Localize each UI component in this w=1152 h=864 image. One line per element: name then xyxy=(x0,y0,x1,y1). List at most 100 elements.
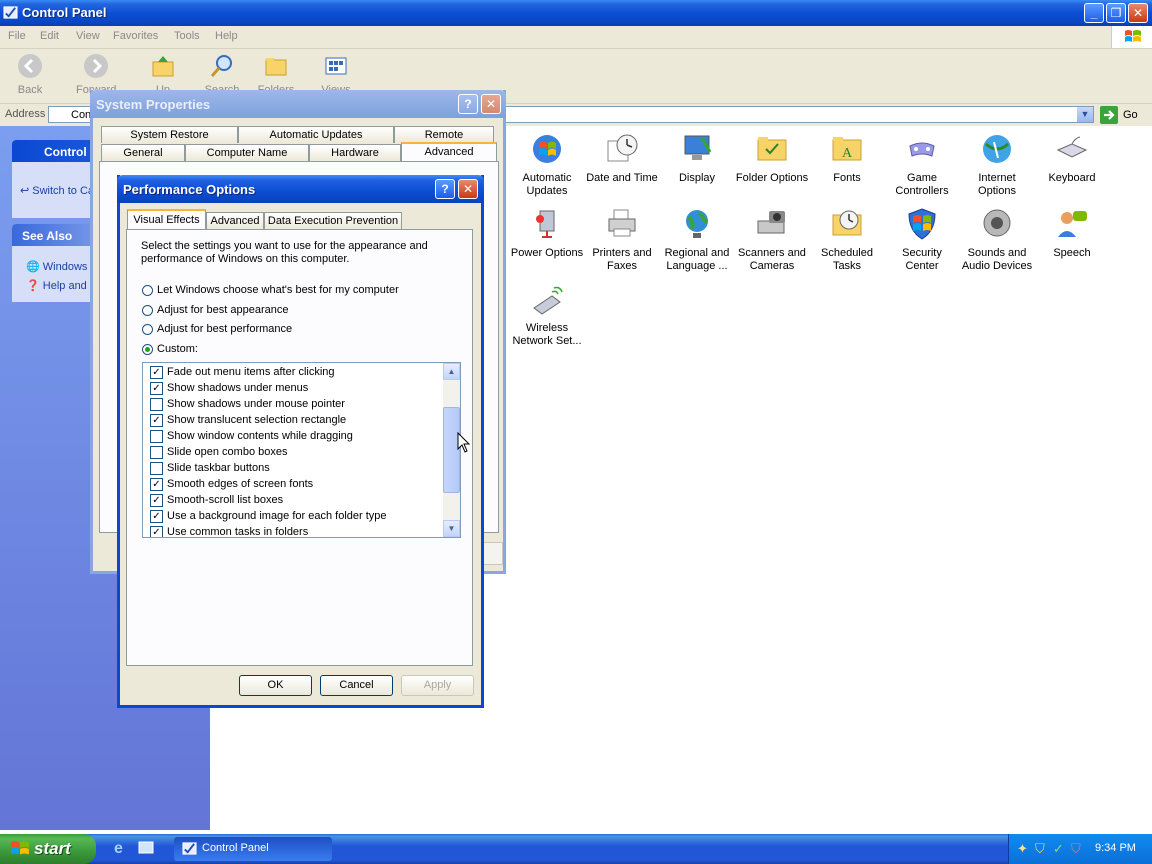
cp-folder-options[interactable]: Folder Options xyxy=(735,132,809,185)
minimize-button[interactable]: _ xyxy=(1084,3,1104,23)
cp-wireless-network[interactable]: Wireless Network Set... xyxy=(510,282,584,348)
tab-advanced[interactable]: Advanced xyxy=(401,142,497,162)
windows-flag-icon xyxy=(1125,30,1141,42)
tab-computer-name[interactable]: Computer Name xyxy=(185,144,309,161)
tray-security-shield-icon[interactable]: ⛉ xyxy=(1035,841,1045,857)
tab-hardware[interactable]: Hardware xyxy=(309,144,401,161)
tray-alert-icon[interactable]: ⛉ xyxy=(1071,841,1081,857)
svg-text:A: A xyxy=(842,146,853,161)
menu-edit[interactable]: Edit xyxy=(40,30,59,42)
sounds-icon xyxy=(983,209,1011,237)
checkbox-checked[interactable]: ✓ xyxy=(150,414,163,427)
tab-data-execution-prevention[interactable]: Data Execution Prevention xyxy=(264,212,402,229)
apply-button[interactable]: Apply xyxy=(401,675,474,696)
windows-update-icon: 🌐 xyxy=(26,261,40,273)
back-button[interactable]: Back xyxy=(14,53,46,96)
checkbox-checked[interactable]: ✓ xyxy=(150,510,163,523)
scroll-down-arrow-icon[interactable]: ▼ xyxy=(443,520,460,537)
close-button[interactable]: ✕ xyxy=(1128,3,1148,23)
fonts-icon: A xyxy=(832,137,862,161)
checkbox-unchecked[interactable] xyxy=(150,398,163,411)
checkbox-unchecked[interactable] xyxy=(150,462,163,475)
cp-fonts[interactable]: A Fonts xyxy=(810,132,884,185)
cp-game-controllers[interactable]: Game Controllers xyxy=(885,132,959,198)
sp-hidden-button[interactable] xyxy=(481,542,503,565)
cp-power-options[interactable]: Power Options xyxy=(510,207,584,260)
effect-row[interactable]: Slide taskbar buttons xyxy=(148,461,438,477)
start-button[interactable]: start xyxy=(0,834,96,864)
tab-general[interactable]: General xyxy=(101,144,185,161)
cancel-button[interactable]: Cancel xyxy=(320,675,393,696)
ok-button[interactable]: OK xyxy=(239,675,312,696)
radio-circle[interactable] xyxy=(142,285,153,296)
checkbox-checked[interactable]: ✓ xyxy=(150,526,163,537)
go-button[interactable]: Go xyxy=(1100,106,1150,124)
effect-row[interactable]: ✓ Smooth edges of screen fonts xyxy=(148,477,438,493)
internet-explorer-icon[interactable]: e xyxy=(114,840,132,858)
effect-label: Smooth edges of screen fonts xyxy=(167,478,314,490)
radio-circle[interactable] xyxy=(142,305,153,316)
cp-regional-language[interactable]: Regional and Language ... xyxy=(660,207,734,273)
tab-remote[interactable]: Remote xyxy=(394,126,494,143)
printers-icon xyxy=(608,209,636,237)
cp-sounds-audio[interactable]: Sounds and Audio Devices xyxy=(960,207,1034,273)
restore-button[interactable]: ❐ xyxy=(1106,3,1126,23)
go-label: Go xyxy=(1123,109,1138,121)
tray-update-icon[interactable]: ✓ xyxy=(1053,841,1064,857)
menu-tools[interactable]: Tools xyxy=(174,30,200,42)
clock[interactable]: 9:34 PM xyxy=(1095,842,1136,854)
checkbox-checked[interactable]: ✓ xyxy=(150,366,163,379)
tray-network-icon[interactable]: ✦ xyxy=(1017,841,1028,857)
radio-circle-selected[interactable] xyxy=(142,344,153,355)
effect-row[interactable]: Show shadows under mouse pointer xyxy=(148,397,438,413)
taskbar-control-panel-button[interactable]: Control Panel xyxy=(174,837,332,861)
effect-row[interactable]: ✓ Show shadows under menus xyxy=(148,381,438,397)
menu-file[interactable]: File xyxy=(8,30,26,42)
checkbox-unchecked[interactable] xyxy=(150,430,163,443)
system-properties-titlebar[interactable]: System Properties ? ✕ xyxy=(90,90,506,118)
system-tray: ✦ ⛉ ✓ ⛉ 9:34 PM xyxy=(1008,834,1152,864)
performance-options-titlebar[interactable]: Performance Options ? ✕ xyxy=(117,175,484,203)
scroll-up-arrow-icon[interactable]: ▲ xyxy=(443,363,460,380)
menu-view[interactable]: View xyxy=(76,30,100,42)
cp-automatic-updates[interactable]: Automatic Updates xyxy=(510,132,584,198)
checkbox-unchecked[interactable] xyxy=(150,446,163,459)
effect-row[interactable]: ✓ Use common tasks in folders xyxy=(148,525,438,537)
effect-row[interactable]: Slide open combo boxes xyxy=(148,445,438,461)
sp-close-button[interactable]: ✕ xyxy=(481,94,501,114)
cp-speech[interactable]: Speech xyxy=(1035,207,1109,260)
checkbox-checked[interactable]: ✓ xyxy=(150,382,163,395)
effect-row[interactable]: ✓ Fade out menu items after clicking xyxy=(148,365,438,381)
show-desktop-icon[interactable] xyxy=(138,840,156,858)
cp-keyboard[interactable]: Keyboard xyxy=(1035,132,1109,185)
menu-help[interactable]: Help xyxy=(215,30,238,42)
window-titlebar[interactable]: Control Panel _ ❐ ✕ xyxy=(0,0,1152,26)
visual-effects-description: Select the settings you want to use for … xyxy=(141,240,428,265)
perf-help-button[interactable]: ? xyxy=(435,179,455,199)
effect-row[interactable]: Show window contents while dragging xyxy=(148,429,438,445)
sp-help-button[interactable]: ? xyxy=(458,94,478,114)
effects-list[interactable]: ✓ Fade out menu items after clicking ✓ Show… xyxy=(142,362,461,538)
perf-close-button[interactable]: ✕ xyxy=(458,179,478,199)
radio-circle[interactable] xyxy=(142,324,153,335)
cp-security-center[interactable]: Security Center xyxy=(885,207,959,273)
cp-scheduled-tasks[interactable]: Scheduled Tasks xyxy=(810,207,884,273)
effect-row[interactable]: ✓ Show translucent selection rectangle xyxy=(148,413,438,429)
menu-favorites[interactable]: Favorites xyxy=(113,30,158,42)
forward-arrow-icon xyxy=(84,54,108,78)
effect-row[interactable]: ✓ Smooth-scroll list boxes xyxy=(148,493,438,509)
cp-scanners-cameras[interactable]: Scanners and Cameras xyxy=(735,207,809,273)
checkbox-checked[interactable]: ✓ xyxy=(150,478,163,491)
effect-row[interactable]: ✓ Use a background image for each folder … xyxy=(148,509,438,525)
cp-internet-options[interactable]: Internet Options xyxy=(960,132,1034,198)
views-icon xyxy=(325,57,347,75)
tab-automatic-updates[interactable]: Automatic Updates xyxy=(238,126,394,143)
cp-date-time[interactable]: Date and Time xyxy=(585,132,659,185)
address-dropdown-arrow-icon[interactable]: ▼ xyxy=(1077,107,1093,122)
cp-display[interactable]: Display xyxy=(660,132,734,185)
tab-advanced-perf[interactable]: Advanced xyxy=(206,212,264,229)
tab-system-restore[interactable]: System Restore xyxy=(101,126,238,143)
checkbox-checked[interactable]: ✓ xyxy=(150,494,163,507)
cp-printers-faxes[interactable]: Printers and Faxes xyxy=(585,207,659,273)
tab-visual-effects[interactable]: Visual Effects xyxy=(127,209,206,230)
